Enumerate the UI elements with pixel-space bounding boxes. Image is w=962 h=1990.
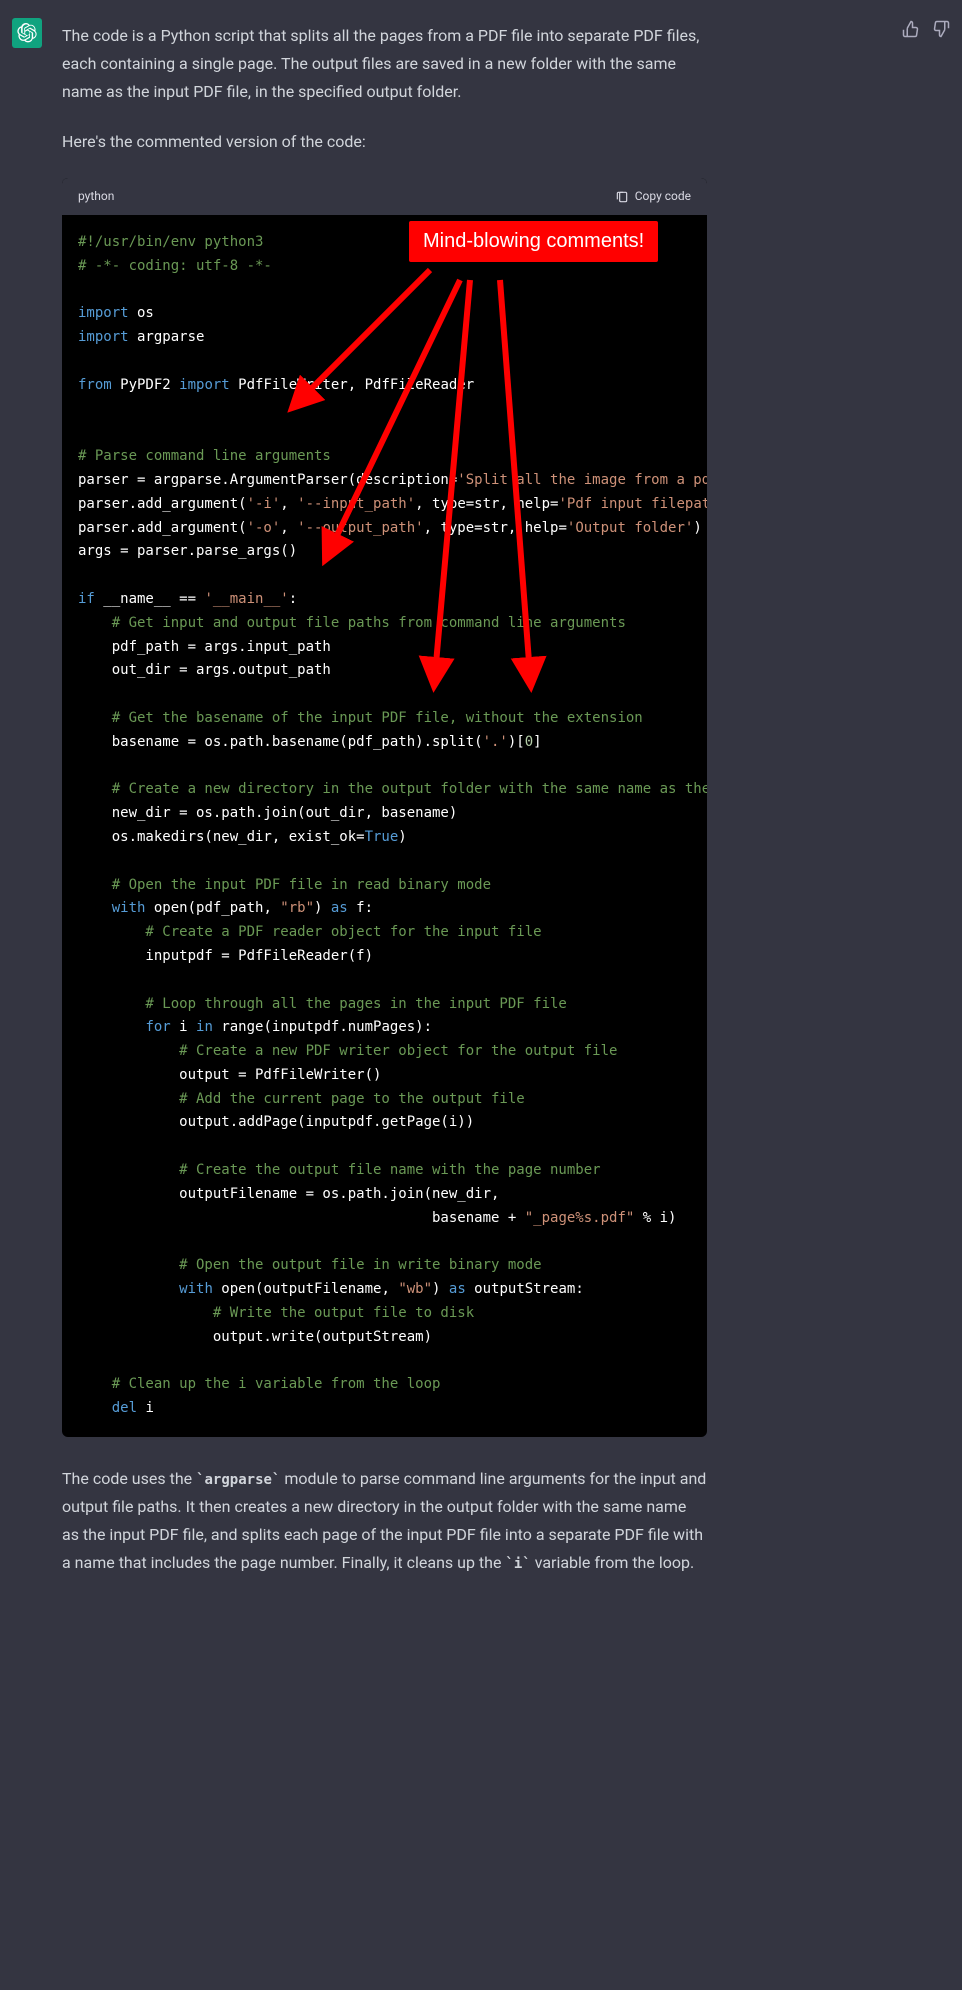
- clipboard-icon: [615, 190, 629, 204]
- annotation-callout: Mind-blowing comments!: [409, 221, 658, 262]
- code-block: python Copy code #!/usr/bin/env python3 …: [62, 178, 707, 1437]
- assistant-avatar: [12, 18, 42, 48]
- message-row: The code is a Python script that splits …: [0, 0, 962, 1627]
- outro-paragraph: The code uses the `argparse` module to p…: [62, 1465, 707, 1577]
- openai-logo-icon: [17, 23, 37, 43]
- inline-code-i: `i`: [505, 1556, 530, 1572]
- inline-code-argparse: `argparse`: [196, 1472, 280, 1488]
- code-body[interactable]: #!/usr/bin/env python3 # -*- coding: utf…: [62, 215, 707, 1437]
- thumbs-down-icon[interactable]: [932, 20, 950, 38]
- intro-paragraph-2: Here's the commented version of the code…: [62, 128, 707, 156]
- copy-code-button[interactable]: Copy code: [615, 186, 691, 207]
- thumbs-up-icon[interactable]: [902, 20, 920, 38]
- code-block-header: python Copy code: [62, 178, 707, 215]
- message-actions: [902, 20, 950, 38]
- intro-paragraph-1: The code is a Python script that splits …: [62, 22, 707, 106]
- code-lang-label: python: [78, 186, 114, 207]
- copy-code-label: Copy code: [635, 186, 691, 207]
